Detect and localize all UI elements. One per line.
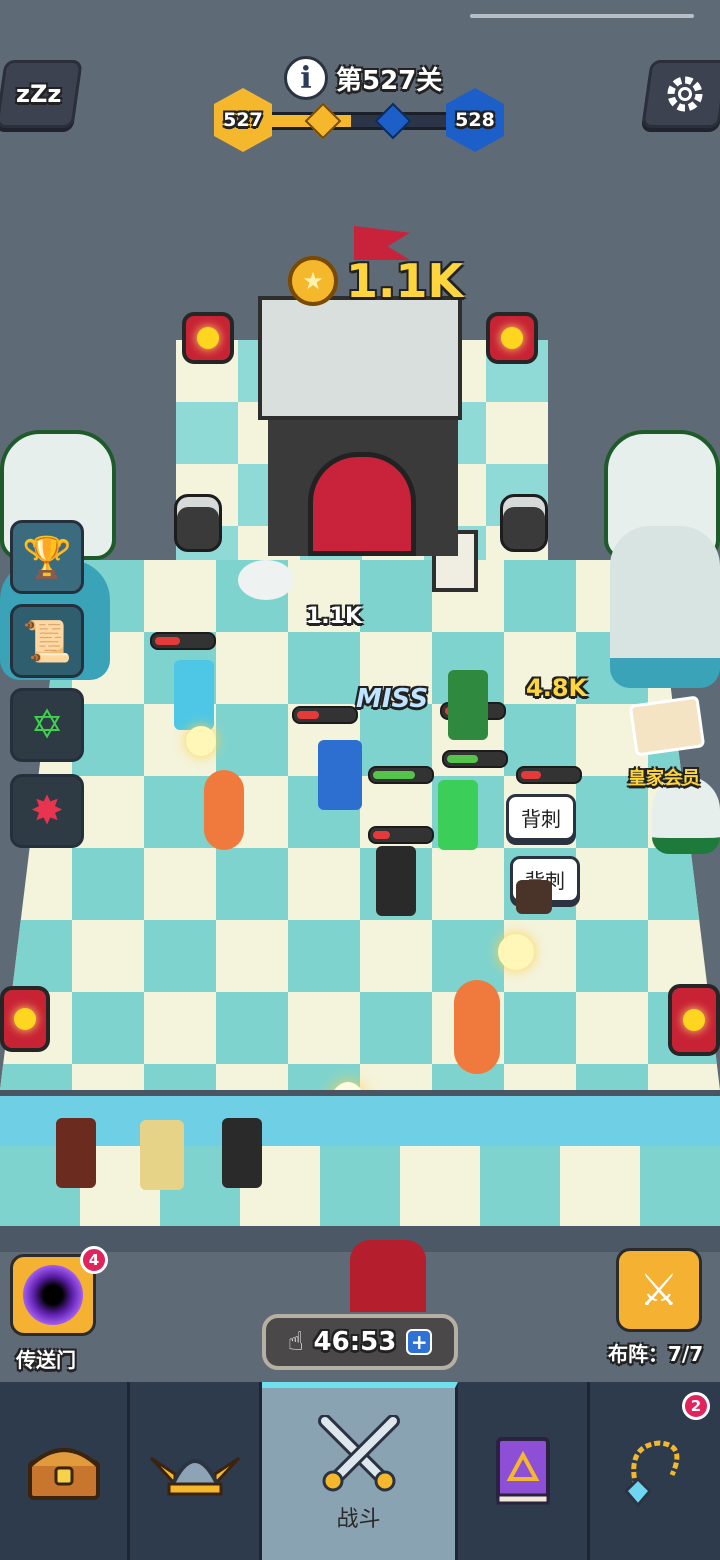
fireball-trail bbox=[204, 770, 244, 850]
flame-tower-top-right bbox=[486, 312, 538, 364]
fireball-projectile bbox=[498, 934, 534, 970]
miss-text: MISS bbox=[356, 684, 429, 714]
formation-status: 布阵： 7/7 bbox=[608, 1338, 703, 1367]
next-level-badge: 528 bbox=[446, 88, 504, 152]
crossed-swords-icon bbox=[317, 1415, 400, 1492]
scroll-icon: 📜 bbox=[22, 618, 72, 665]
flame-tower-top-left bbox=[182, 312, 234, 364]
gold-amount: 1.1K bbox=[346, 254, 464, 308]
red-crest-icon: ✸ bbox=[30, 788, 64, 834]
progress-marker-blue bbox=[374, 102, 412, 140]
treasure-chest-icon bbox=[27, 1448, 100, 1500]
amulet-icon bbox=[623, 1440, 680, 1507]
ally-unit-green bbox=[438, 780, 478, 850]
trophy-podium-icon: 🏆 bbox=[22, 534, 72, 581]
hexagram-icon: ✡ bbox=[30, 702, 64, 748]
status-bar-indicator bbox=[470, 14, 694, 18]
player-hero bbox=[350, 1240, 426, 1312]
ally-health-bar bbox=[442, 750, 508, 768]
portal-badge: 4 bbox=[80, 1246, 108, 1274]
river bbox=[0, 1090, 720, 1146]
enemy-unit-dark bbox=[376, 846, 416, 916]
flame-tower-bottom-right bbox=[668, 984, 720, 1056]
sleep-zzz-icon: zZz bbox=[16, 80, 62, 108]
current-level-number: 527 bbox=[223, 109, 263, 131]
bottom-navigation: 战斗 2 bbox=[0, 1382, 720, 1560]
tab-spellbook[interactable] bbox=[458, 1382, 590, 1560]
level-progress: 527 528 bbox=[214, 88, 506, 152]
flame-tower-bottom-left bbox=[0, 986, 50, 1052]
skill-label: 背刺 bbox=[506, 794, 576, 841]
red-leaf-button[interactable]: ✸ bbox=[10, 774, 84, 848]
enemy-health-bar bbox=[368, 826, 434, 844]
barrel-right bbox=[500, 494, 548, 552]
tab-heroes[interactable] bbox=[130, 1382, 262, 1560]
tab-battle-label: 战斗 bbox=[336, 1507, 381, 1532]
formation-hero-icon: ⚔ bbox=[639, 1264, 679, 1316]
fireball-trail bbox=[454, 980, 500, 1074]
tab-battle[interactable]: 战斗 bbox=[262, 1382, 458, 1560]
enemy-health-bar bbox=[516, 766, 582, 784]
timer-pill[interactable]: ☝ 46:53 + bbox=[262, 1314, 458, 1370]
tab-chest[interactable] bbox=[0, 1382, 130, 1560]
amulet-badge: 2 bbox=[682, 1392, 710, 1420]
castle-door bbox=[308, 452, 416, 556]
leaderboard-button[interactable]: 🏆 bbox=[10, 520, 84, 594]
gear-icon bbox=[667, 76, 703, 112]
bench-unit[interactable] bbox=[140, 1120, 184, 1190]
coin-icon: ★ bbox=[288, 256, 338, 306]
formation-count: 7/7 bbox=[668, 1342, 704, 1366]
royal-member-label[interactable]: 皇家会员 bbox=[628, 764, 700, 790]
tab-amulet[interactable]: 2 bbox=[590, 1382, 720, 1560]
portal-vortex-icon bbox=[23, 1265, 83, 1325]
spellbook-icon bbox=[495, 1437, 550, 1505]
sleep-button[interactable]: zZz bbox=[0, 60, 83, 128]
enemy-health-bar bbox=[150, 632, 216, 650]
current-level-badge: 527 bbox=[214, 88, 272, 152]
bench-row bbox=[0, 1146, 720, 1226]
portal-label: 传送门 bbox=[16, 1348, 76, 1372]
formation-button[interactable]: ⚔ bbox=[616, 1248, 702, 1332]
next-level-number: 528 bbox=[455, 109, 495, 131]
snow-mound bbox=[238, 560, 294, 600]
hexagram-button[interactable]: ✡ bbox=[10, 688, 84, 762]
add-time-button[interactable]: + bbox=[406, 1329, 433, 1355]
ally-unit-blue bbox=[318, 740, 362, 810]
level-progress-track bbox=[254, 112, 468, 130]
bench-unit[interactable] bbox=[56, 1118, 96, 1188]
viking-helmet-icon bbox=[149, 1456, 240, 1496]
enemy-unit-green bbox=[448, 670, 488, 740]
barrel-left bbox=[174, 494, 222, 552]
damage-number: 1.1K bbox=[306, 604, 363, 629]
timer-value: 46:53 bbox=[313, 1327, 397, 1357]
enemy-unit-ice bbox=[174, 660, 214, 730]
gold-reward: ★ 1.1K bbox=[288, 254, 463, 308]
fireball-projectile bbox=[186, 726, 216, 756]
castle-roof bbox=[258, 296, 462, 420]
royal-member-card-icon[interactable] bbox=[628, 695, 706, 757]
quest-scroll-button[interactable]: 📜 bbox=[10, 604, 84, 678]
tap-hand-icon: ☝ bbox=[287, 1327, 304, 1357]
settings-button[interactable] bbox=[641, 60, 720, 128]
damage-number: 4.8K bbox=[526, 674, 588, 702]
bench-unit[interactable] bbox=[222, 1118, 262, 1188]
enemy-unit-brown bbox=[516, 880, 552, 914]
formation-label: 布阵： bbox=[608, 1342, 668, 1366]
blue-tree-right bbox=[610, 526, 720, 688]
ally-health-bar bbox=[368, 766, 434, 784]
enemy-health-bar bbox=[292, 706, 358, 724]
progress-marker-gold bbox=[304, 102, 342, 140]
